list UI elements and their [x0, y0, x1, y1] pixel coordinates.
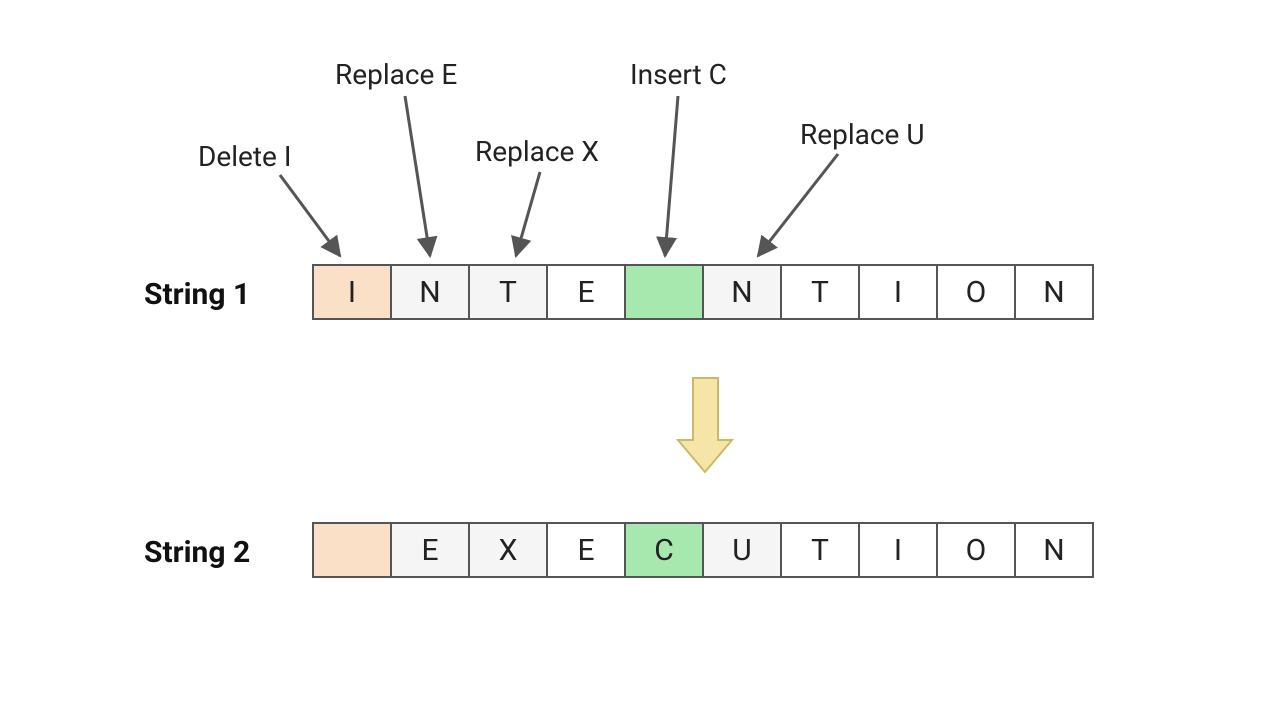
string2-cell-0 — [312, 522, 392, 578]
string1-label: String 1 — [144, 277, 250, 312]
arrow-insert-c — [665, 96, 678, 256]
string1-cell-3: E — [546, 264, 626, 320]
arrow-overlay — [0, 0, 1280, 720]
operation-replace-u-label: Replace U — [800, 118, 924, 151]
arrow-replace-u — [758, 154, 838, 256]
string1-cell-8: O — [936, 264, 1016, 320]
string2-cells: E X E C U T I O N — [312, 522, 1094, 578]
string1-cells: I N T E N T I O N — [312, 264, 1094, 320]
string2-cell-5: U — [702, 522, 782, 578]
string2-cell-3: E — [546, 522, 626, 578]
string2-cell-4: C — [624, 522, 704, 578]
operation-insert-c-label: Insert C — [630, 58, 727, 91]
string2-cell-1: E — [390, 522, 470, 578]
string1-cell-4 — [624, 264, 704, 320]
string2-label: String 2 — [144, 535, 250, 570]
arrow-replace-x — [516, 172, 540, 256]
string2-cell-9: N — [1014, 522, 1094, 578]
string1-cell-1: N — [390, 264, 470, 320]
string2-cell-7: I — [858, 522, 938, 578]
diagram-stage: Delete I Replace E Replace X Insert C Re… — [0, 0, 1280, 720]
down-arrow-icon — [678, 378, 732, 472]
string2-cell-8: O — [936, 522, 1016, 578]
string1-cell-9: N — [1014, 264, 1094, 320]
arrow-replace-e — [405, 96, 430, 256]
string2-cell-2: X — [468, 522, 548, 578]
operation-replace-e-label: Replace E — [335, 58, 457, 91]
string1-cell-6: T — [780, 264, 860, 320]
arrow-delete-i — [280, 175, 340, 256]
operation-replace-x-label: Replace X — [475, 135, 599, 168]
string1-cell-7: I — [858, 264, 938, 320]
operation-delete-label: Delete I — [198, 140, 291, 173]
string1-cell-2: T — [468, 264, 548, 320]
string2-cell-6: T — [780, 522, 860, 578]
string1-cell-5: N — [702, 264, 782, 320]
string1-cell-0: I — [312, 264, 392, 320]
